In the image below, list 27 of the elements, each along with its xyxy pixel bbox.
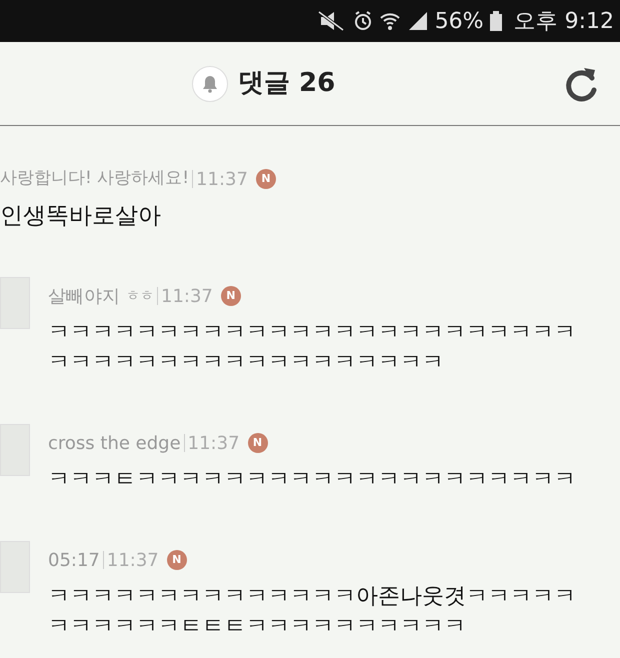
new-badge: N — [248, 433, 268, 453]
new-badge: N — [166, 550, 187, 570]
signal-icon — [406, 10, 429, 32]
comment-time: 11:37 — [161, 284, 213, 308]
page-title: 댓글 26 — [238, 67, 336, 100]
battery-percent: 56% — [434, 8, 484, 36]
bell-icon — [202, 74, 218, 92]
comment-text: ㅋㅋㅋㅋㅋㅋㅋㅋㅋㅋㅋㅋㅋㅋ아존나웃겻ㅋㅋㅋㅋㅋ — [48, 583, 576, 611]
comment-time: 11:37 — [196, 168, 248, 192]
author-name: 05:17 — [48, 548, 100, 572]
battery-icon — [490, 10, 502, 32]
comment-text: ㅋㅋㅋㅋㅋㅋㅋㅋㅋㅋㅋㅋㅋㅋㅋㅋㅋㅋ — [48, 349, 445, 377]
notification-button[interactable] — [192, 66, 228, 102]
comment-time: 11:37 — [106, 548, 159, 572]
author-name: 사랑합니다! 사랑하세요! — [0, 167, 190, 190]
comment-time: 11:37 — [188, 432, 240, 456]
new-badge: N — [220, 286, 241, 306]
author-tag: ㅎㅎ — [126, 286, 154, 306]
author-name: 살빼야지 — [48, 284, 120, 308]
comment-text: ㅋㅋㅋㅋㅋㅋㅋㅋㅋㅋㅋㅋㅋㅋㅋㅋㅋㅋㅋㅋㅋㅋㅋㅋ — [48, 319, 576, 347]
alarm-icon — [352, 10, 373, 32]
clock: 오후 9:12 — [514, 8, 614, 36]
comment-text: ㅋㅋㅋㅋㅋㅋㅌㅌㅌㅋㅋㅋㅋㅋㅋㅋㅋㅋㅋ — [48, 613, 467, 641]
comment-text: ㅋㅋㅋㅌㅋㅋㅋㅋㅋㅋㅋㅋㅋㅋㅋㅋㅋㅋㅋㅋㅋㅋㅋㅋ — [48, 466, 576, 494]
new-badge: N — [256, 169, 276, 189]
comment-text: 인생똑바로살아 — [0, 202, 162, 231]
author-name: cross the edge — [48, 432, 181, 456]
